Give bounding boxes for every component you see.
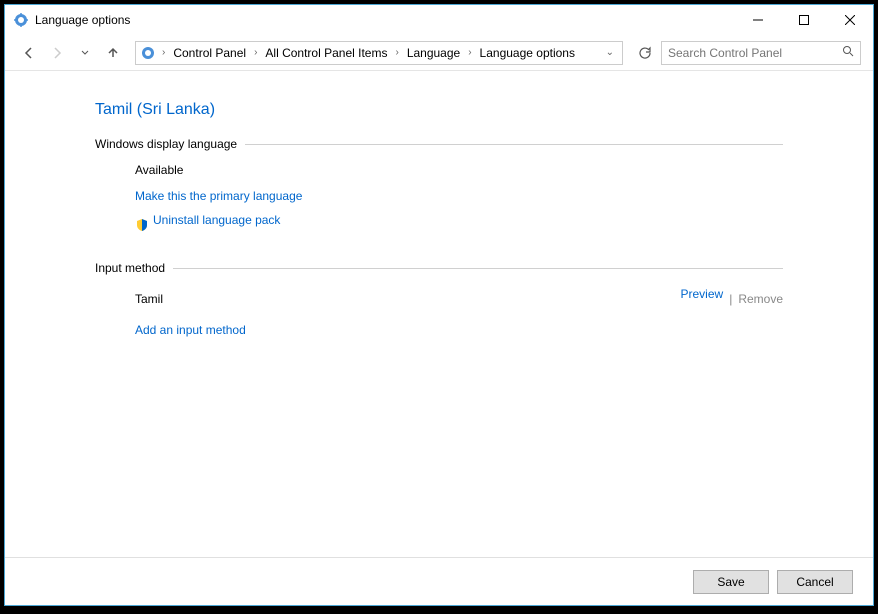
make-primary-link[interactable]: Make this the primary language bbox=[135, 189, 302, 203]
chevron-right-icon[interactable]: › bbox=[160, 47, 167, 58]
input-method-section: Tamil Preview | Remove Add an input meth… bbox=[95, 287, 783, 347]
breadcrumb-item[interactable]: Language bbox=[401, 46, 466, 60]
back-button[interactable] bbox=[17, 41, 41, 65]
up-button[interactable] bbox=[101, 41, 125, 65]
display-language-section: Available Make this the primary language… bbox=[95, 163, 783, 237]
divider-line bbox=[245, 144, 783, 145]
breadcrumb-item[interactable]: Language options bbox=[474, 46, 581, 60]
nav-toolbar: › Control Panel › All Control Panel Item… bbox=[5, 35, 873, 71]
location-icon bbox=[140, 45, 156, 61]
minimize-button[interactable] bbox=[735, 5, 781, 35]
remove-link-disabled: Remove bbox=[738, 292, 783, 306]
chevron-right-icon[interactable]: › bbox=[252, 47, 259, 58]
footer-bar: Save Cancel bbox=[5, 557, 873, 605]
forward-button[interactable] bbox=[45, 41, 69, 65]
breadcrumb-item[interactable]: All Control Panel Items bbox=[259, 46, 393, 60]
cancel-button[interactable]: Cancel bbox=[777, 570, 853, 594]
input-method-header: Input method bbox=[95, 261, 783, 275]
uninstall-pack-link[interactable]: Uninstall language pack bbox=[153, 213, 280, 227]
chevron-right-icon[interactable]: › bbox=[466, 47, 473, 58]
add-input-method-link[interactable]: Add an input method bbox=[135, 323, 246, 337]
titlebar: Language options bbox=[5, 5, 873, 35]
availability-status: Available bbox=[135, 163, 783, 177]
search-box[interactable] bbox=[661, 41, 861, 65]
divider-line bbox=[173, 268, 783, 269]
search-input[interactable] bbox=[668, 46, 842, 60]
search-icon[interactable] bbox=[842, 45, 854, 60]
page-title: Tamil (Sri Lanka) bbox=[95, 101, 783, 119]
address-dropdown-icon[interactable]: ⌄ bbox=[602, 47, 618, 58]
recent-dropdown[interactable] bbox=[73, 41, 97, 65]
refresh-button[interactable] bbox=[633, 41, 657, 65]
breadcrumb-item[interactable]: Control Panel bbox=[167, 46, 252, 60]
window-controls bbox=[735, 5, 873, 35]
separator: | bbox=[729, 292, 732, 306]
content-area: Tamil (Sri Lanka) Windows display langua… bbox=[5, 71, 873, 557]
close-button[interactable] bbox=[827, 5, 873, 35]
display-language-header: Windows display language bbox=[95, 137, 783, 151]
input-method-row: Tamil Preview | Remove bbox=[135, 287, 783, 311]
shield-icon bbox=[135, 218, 149, 232]
preview-link[interactable]: Preview bbox=[681, 287, 724, 301]
window: Language options bbox=[4, 4, 874, 606]
window-title: Language options bbox=[35, 13, 735, 27]
app-icon bbox=[13, 12, 29, 28]
input-method-name: Tamil bbox=[135, 292, 681, 306]
chevron-right-icon[interactable]: › bbox=[393, 47, 400, 58]
address-bar[interactable]: › Control Panel › All Control Panel Item… bbox=[135, 41, 623, 65]
save-button[interactable]: Save bbox=[693, 570, 769, 594]
maximize-button[interactable] bbox=[781, 5, 827, 35]
